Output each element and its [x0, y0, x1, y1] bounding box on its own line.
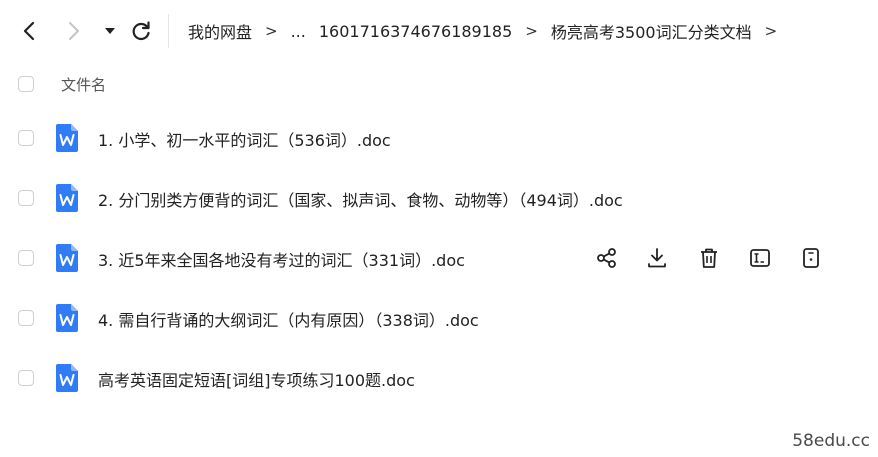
toolbar-divider [168, 14, 169, 48]
word-doc-icon [56, 304, 78, 332]
file-checkbox[interactable] [18, 250, 34, 266]
column-header-filename[interactable]: 文件名 [61, 74, 106, 95]
file-name[interactable]: 3. 近5年来全国各地没有考过的词汇（331词）.doc [98, 247, 465, 271]
word-doc-icon [56, 244, 78, 272]
share-button[interactable] [594, 245, 620, 271]
word-doc-icon [56, 184, 78, 212]
watermark: 58edu.cc [792, 431, 870, 451]
chevron-right-icon [69, 22, 79, 40]
rename-icon [750, 249, 770, 267]
more-icon [803, 248, 819, 268]
share-icon [597, 248, 616, 268]
history-dropdown-button[interactable] [96, 17, 124, 45]
download-icon [648, 248, 666, 268]
file-row-hovered[interactable]: 3. 近5年来全国各地没有考过的词汇（331词）.doc [0, 233, 878, 283]
file-checkbox[interactable] [18, 370, 34, 386]
more-button[interactable] [798, 245, 824, 271]
file-row[interactable]: 2. 分门别类方便背的词汇（国家、拟声词、食物、动物等）（494词）.doc [0, 173, 878, 223]
file-checkbox[interactable] [18, 310, 34, 326]
file-checkbox[interactable] [18, 190, 34, 206]
breadcrumb-item-folder-id[interactable]: 1601716374676189185 [319, 22, 512, 41]
file-name[interactable]: 4. 需自行背诵的大纲词汇（内有原因）（338词）.doc [98, 307, 479, 331]
file-row[interactable]: 4. 需自行背诵的大纲词汇（内有原因）（338词）.doc [0, 293, 878, 343]
breadcrumb-separator: > [764, 22, 778, 40]
refresh-button[interactable] [127, 17, 155, 45]
breadcrumb-item-root[interactable]: 我的网盘 [188, 19, 252, 43]
breadcrumb-item-collapsed[interactable]: ... [291, 22, 306, 41]
breadcrumb-separator: > [525, 22, 538, 40]
file-row[interactable]: 高考英语固定短语[词组]专项练习100题.doc [0, 353, 878, 403]
file-row[interactable]: 1. 小学、初一水平的词汇（536词）.doc [0, 113, 878, 163]
file-name[interactable]: 2. 分门别类方便背的词汇（国家、拟声词、食物、动物等）（494词）.doc [98, 187, 623, 211]
download-button[interactable] [644, 245, 670, 271]
file-list-header: 文件名 [0, 64, 878, 104]
breadcrumb-item-current[interactable]: 杨亮高考3500词汇分类文档 [551, 19, 752, 43]
delete-button[interactable] [696, 245, 722, 271]
file-checkbox[interactable] [18, 130, 34, 146]
delete-icon [701, 248, 717, 268]
breadcrumb: 我的网盘 > ... 1601716374676189185 > 杨亮高考350… [188, 19, 790, 43]
toolbar: 我的网盘 > ... 1601716374676189185 > 杨亮高考350… [0, 0, 878, 62]
caret-down-icon [105, 28, 115, 34]
file-name[interactable]: 1. 小学、初一水平的词汇（536词）.doc [98, 127, 391, 151]
back-button[interactable] [15, 17, 43, 45]
forward-button[interactable] [60, 17, 88, 45]
rename-button[interactable] [747, 245, 773, 271]
breadcrumb-separator: > [265, 22, 278, 40]
refresh-icon [132, 21, 150, 41]
chevron-left-icon [23, 21, 35, 41]
word-doc-icon [56, 124, 78, 152]
select-all-checkbox[interactable] [18, 76, 34, 92]
file-name[interactable]: 高考英语固定短语[词组]专项练习100题.doc [98, 367, 415, 391]
word-doc-icon [56, 364, 78, 392]
